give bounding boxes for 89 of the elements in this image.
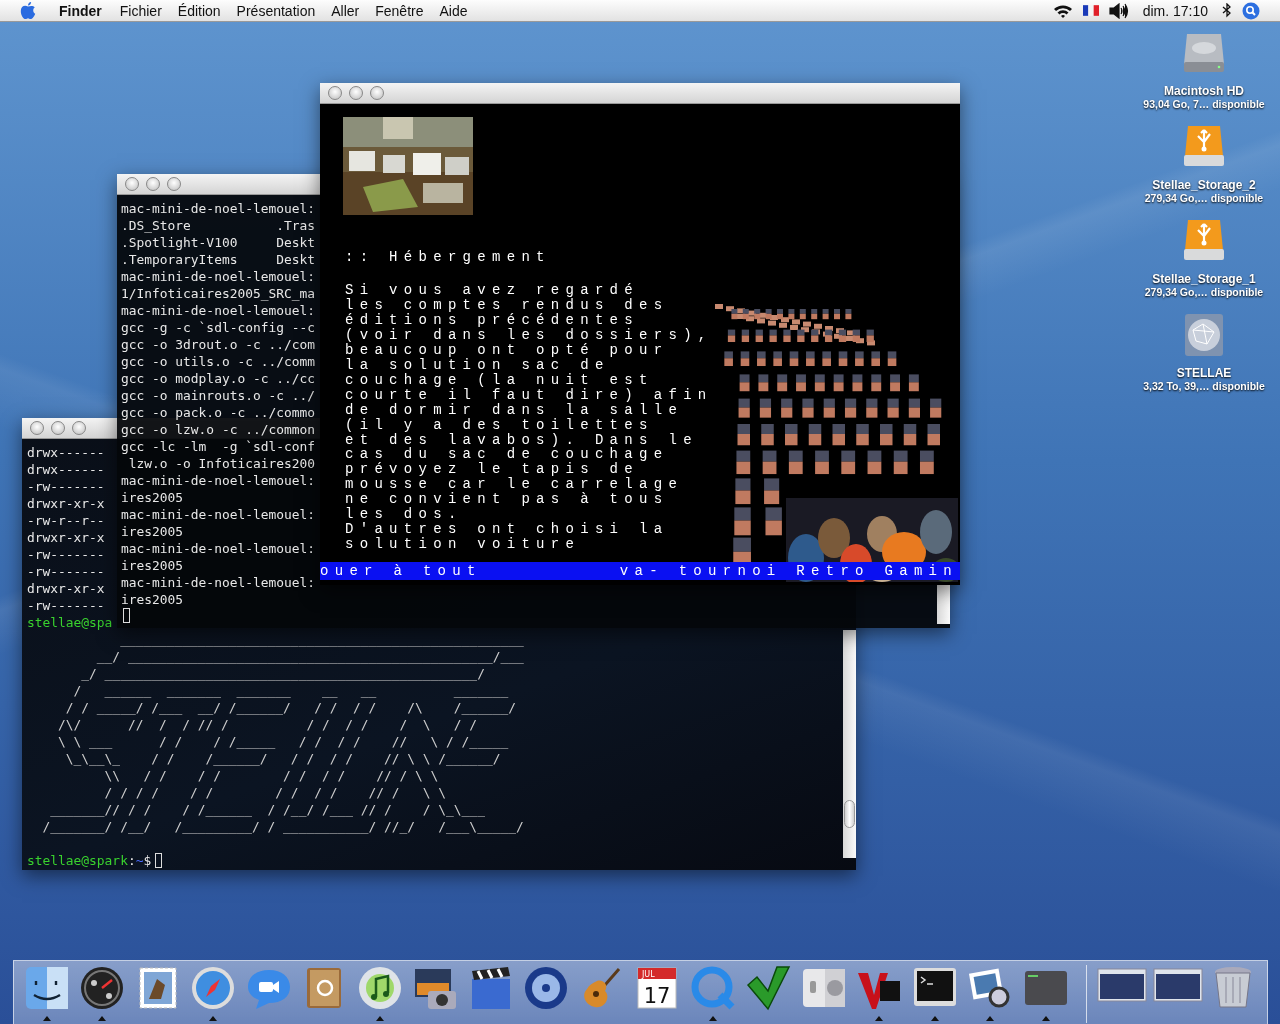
icon-label: STELLAE	[1176, 366, 1232, 380]
scroll-thumb[interactable]	[844, 800, 855, 828]
gauge-icon	[79, 965, 126, 1011]
menu-item[interactable]: Édition	[169, 2, 229, 19]
terminal-line: drwxr-xr-x	[27, 529, 105, 546]
terminal-line: mac-mini-de-noel-lemouel:	[121, 506, 316, 523]
menu-item[interactable]: Fichier	[111, 2, 170, 19]
terminal-line: mac-mini-de-noel-lemouel:	[121, 574, 316, 591]
terminal-line: gcc -g -c `sdl-config --c	[121, 319, 316, 336]
text-cursor	[155, 853, 163, 868]
terminal-line: ires2005	[121, 591, 184, 608]
bluetooth-icon[interactable]	[1222, 3, 1232, 18]
icon-label: Macintosh HD	[1164, 84, 1244, 98]
text-cursor	[123, 608, 130, 623]
checkmark-icon	[745, 965, 792, 1011]
terminal-line: -rw-------	[27, 597, 105, 614]
wifi-icon[interactable]	[1052, 2, 1073, 19]
dock-item[interactable]: JUL 17	[629, 965, 685, 1021]
ticker-text: va- tournoi Retro Gamin	[619, 562, 958, 580]
terminal-line: gcc -o 3drout.o -c ../com	[121, 336, 316, 353]
terminal-line: -rw-------	[27, 546, 105, 563]
terminal-line: drwxr-xr-x	[27, 580, 105, 597]
finder-face-icon	[23, 965, 70, 1011]
disc-player-icon	[523, 965, 570, 1011]
icon-info: 279,34 Go,… disponible	[1144, 192, 1264, 204]
terminal-line: drwx------	[27, 444, 105, 461]
flag-icon[interactable]	[1082, 5, 1099, 16]
search-icon[interactable]	[1242, 1, 1260, 20]
terminal-line: mac-mini-de-noel-lemouel:	[121, 472, 316, 489]
terminal-line: -rw-------	[27, 563, 105, 580]
terminal-line: drwx------	[27, 461, 105, 478]
window-control-button[interactable]	[349, 86, 363, 100]
ticker-text: ouer à tout	[320, 562, 482, 580]
window-control-button[interactable]	[167, 177, 181, 191]
demo-heading: :: Hébergement	[345, 250, 552, 265]
terminal-line: mac-mini-de-noel-lemouel:	[121, 268, 316, 285]
terminal-line: gcc -lc -lm -g `sdl-conf	[121, 438, 316, 455]
window-control-button[interactable]	[328, 86, 342, 100]
volume-icon[interactable]	[1108, 2, 1129, 19]
terminal-line: .Spotlight-V100 Deskt	[121, 234, 316, 251]
window-control-button[interactable]	[125, 177, 139, 191]
shell-prompt: stellae@spark:~$	[27, 852, 152, 869]
terminal-line: ires2005	[121, 523, 184, 540]
terminal-line: gcc -o lzw.o -c ../common	[121, 421, 316, 438]
icon-label: Stellae_Storage_2	[1152, 178, 1256, 192]
music-disc-icon	[356, 965, 403, 1011]
terminal-line: mac-mini-de-noel-lemouel:	[121, 302, 316, 319]
window-control-button[interactable]	[30, 421, 44, 435]
menu-item[interactable]: Finder	[51, 2, 112, 19]
demo-paragraph: Si vous avez regardé les comptes rendus des éditions précédentes (voir dans les dossiers), beaucoup ont opté pour la solution sac de couchage (la nuit est courte il faut dire) afin de dormir dans la salle (il y a des toilettes et des lavabos). Dans le cas du sac de couchage prévoyez le tapis de mousse car le carrelage ne convient pas à tous les dos. D'autres ont choisi la solution voiture	[345, 283, 713, 553]
menu-item[interactable]: Présentation	[228, 2, 324, 19]
menu-item[interactable]: Aller	[323, 2, 368, 19]
window-thumbnail-icon	[1097, 965, 1148, 1005]
window-control-button[interactable]	[72, 421, 86, 435]
terminal-line: mac-mini-de-noel-lemouel:	[121, 540, 316, 557]
scrollbar[interactable]	[843, 630, 856, 858]
compass-icon	[190, 965, 237, 1011]
icon-info: 279,34 Go,… disponible	[1144, 286, 1264, 298]
terminal-line: .DS_Store .Tras	[121, 217, 316, 234]
terminal-line: gcc -o pack.o -c ../commo	[121, 404, 316, 421]
terminal-line: stellae@spa	[27, 614, 113, 631]
terminal-line: ires2005	[121, 557, 184, 574]
terminal-line: 1/Infoticaires2005_SRC_ma	[121, 285, 316, 302]
menu-item[interactable]: Fenêtre	[367, 2, 432, 19]
terminal-line: lzw.o -o Infoticaires200	[127, 455, 316, 472]
window-control-button[interactable]	[51, 421, 65, 435]
terminal-line: drwxr-xr-x	[27, 495, 105, 512]
window-control-button[interactable]	[370, 86, 384, 100]
icon-info: 3,32 To, 39,… disponible	[1143, 380, 1265, 392]
calendar-month: JUL	[642, 970, 655, 979]
icon-info: 93,04 Go, 7… disponible	[1143, 98, 1265, 110]
terminal-line: ires2005	[121, 489, 184, 506]
terminal-line: .TemporaryItems Deskt	[121, 251, 316, 268]
ring-icon	[689, 965, 736, 1011]
menu-item[interactable]: Aide	[431, 2, 476, 19]
icon-label: Stellae_Storage_1	[1152, 272, 1256, 286]
terminal-line: mac-mini-de-noel-lemouel:	[121, 200, 316, 217]
terminal-line: -rw-------	[27, 478, 105, 495]
window-control-button[interactable]	[146, 177, 160, 191]
calendar-day: 17	[643, 984, 671, 1008]
terminal-line: gcc -o utils.o -c ../comm	[121, 353, 316, 370]
ascii-art: ____________________________________________________ __/ _______________________________________________/___ _/ ________________________________________________/ / ______ _______ _______ __ __ _______ / / _____/ /___ __/ /______/ / / / / /\ /______/ /\/ // / / // / / / / / / \ / / \ \ ___ / / / /_____ / / / / // \ / /_____ \_\__\_ / / /______/ / / / / // \ \ /______/ \\ / / / / / / / / // / \ \ / / / / / / / / / / // / \ \ _______// / / / /______ / /__/ /___ // / / \_\___ /_______/ /__/ /_________/ / ___________/ //_/ /___\_____/	[41, 631, 524, 835]
scrollbar[interactable]	[937, 584, 950, 624]
terminal-line: gcc -o modplay.o -c ../cc	[121, 370, 316, 387]
terminal-line: -rw-r--r--	[27, 512, 105, 529]
menu-clock[interactable]: dim. 17:10	[1138, 2, 1212, 19]
window-thumbnail-icon	[1152, 965, 1203, 1005]
terminal-line: gcc -o mainrouts.o -c ../	[121, 387, 316, 404]
apple-logo-icon[interactable]	[19, 0, 37, 21]
